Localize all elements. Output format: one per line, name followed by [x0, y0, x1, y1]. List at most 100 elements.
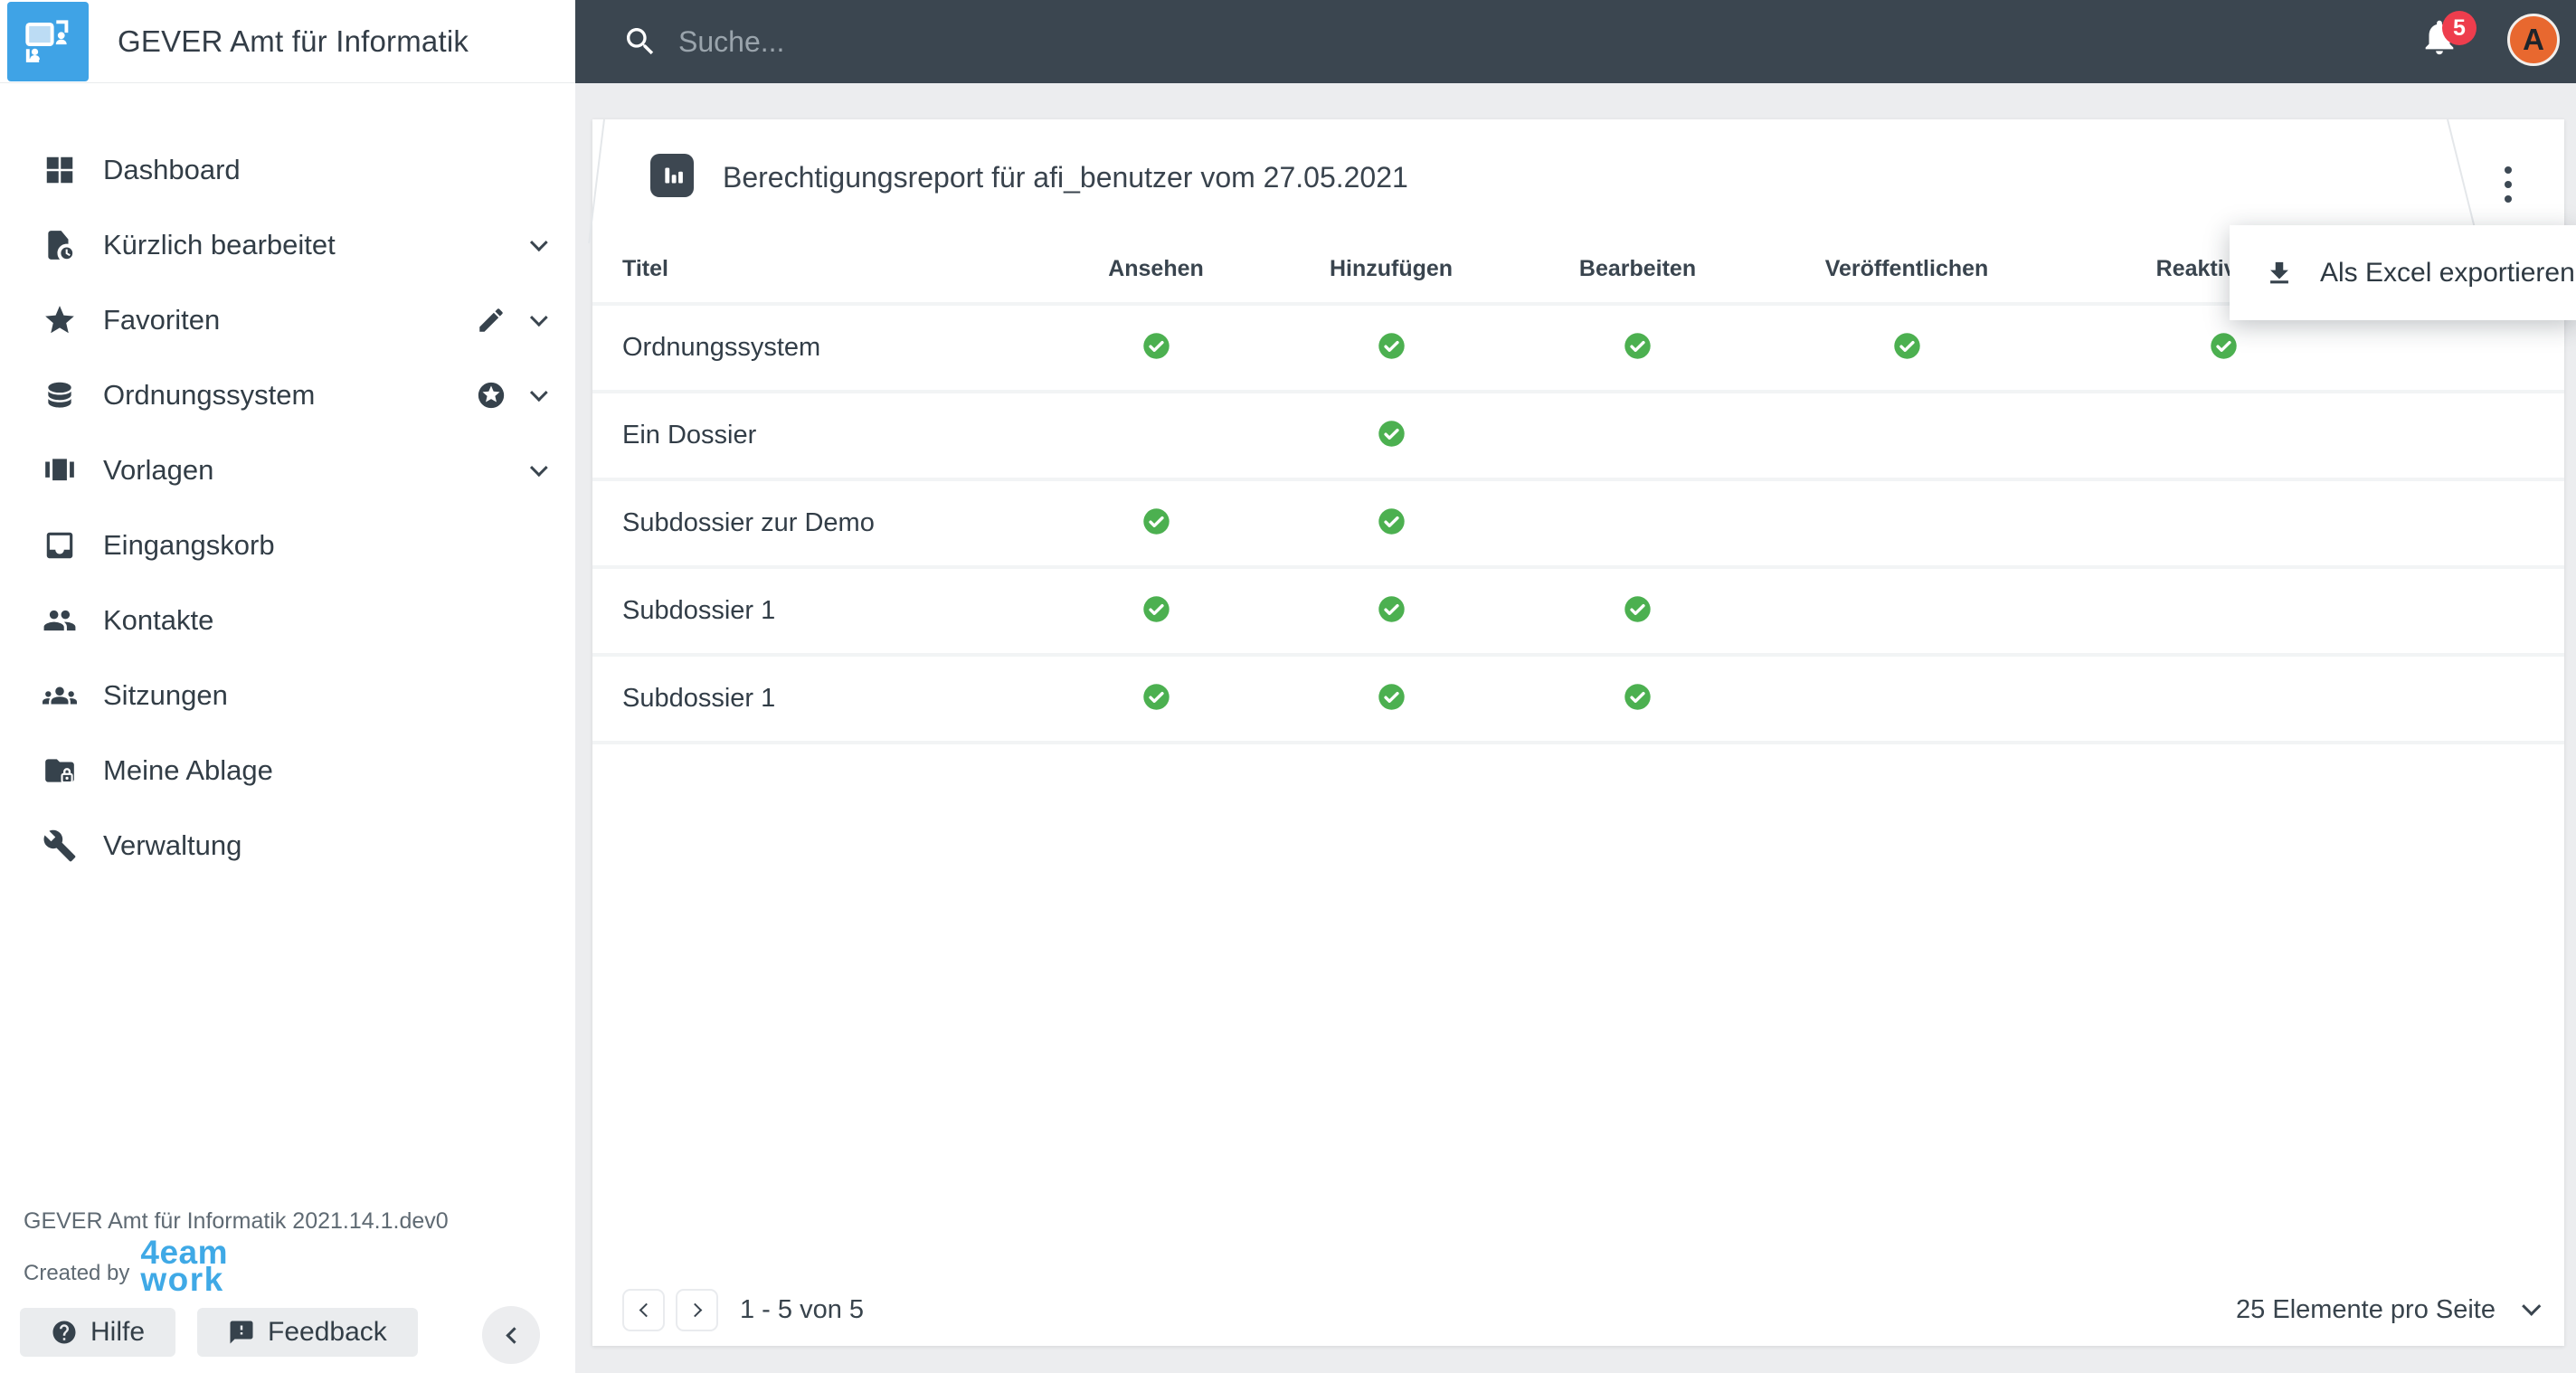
column-header-titel: Titel: [622, 255, 668, 281]
permission-cell: [2047, 332, 2400, 365]
permission-check-icon: [1624, 683, 1652, 711]
feedback-icon: [230, 1321, 253, 1344]
chevron-down-icon[interactable]: [529, 383, 548, 402]
avatar-letter: A: [2523, 23, 2544, 56]
created-by-label: Created by: [24, 1261, 130, 1286]
permission-cell: [1509, 683, 1766, 715]
chevron-down-icon[interactable]: [529, 458, 548, 477]
more-actions-button[interactable]: [2488, 157, 2528, 212]
permission-check-icon: [1142, 507, 1170, 535]
permission-check-icon: [1378, 683, 1406, 711]
download-icon: [2270, 261, 2288, 283]
sidebar-item-label: Kürzlich bearbeitet: [103, 228, 336, 260]
sidebar-item-label: Eingangskorb: [103, 528, 275, 561]
favorite-badge-icon: [476, 380, 507, 411]
help-icon: [52, 1321, 76, 1344]
table-row[interactable]: Ein Dossier: [592, 393, 2564, 481]
star-icon: [42, 302, 78, 338]
row-title: Subdossier zur Demo: [622, 508, 875, 537]
chevron-left-icon: [639, 1302, 653, 1317]
folder-lock-icon: [42, 753, 78, 789]
sidebar-item-sitzungen[interactable]: Sitzungen: [0, 658, 575, 733]
permission-cell: [1038, 507, 1274, 540]
avatar[interactable]: A: [2507, 14, 2560, 66]
report-header: Berechtigungsreport für afi_benutzer vom…: [592, 119, 2564, 235]
chevron-down-icon[interactable]: [529, 232, 548, 251]
sidebar-item-label: Meine Ablage: [103, 753, 273, 786]
inbox-icon: [42, 527, 78, 563]
permission-cell: [1766, 332, 2047, 365]
dashboard-icon: [42, 152, 78, 188]
database-icon: [42, 377, 78, 413]
chevron-left-icon: [505, 1326, 523, 1344]
footer-buttons: Hilfe Feedback: [20, 1308, 418, 1357]
notification-badge: 5: [2442, 11, 2477, 45]
meetings-icon: [42, 677, 78, 714]
permission-cell: [1274, 683, 1509, 715]
export-menu-item[interactable]: Als Excel exportieren: [2230, 225, 2576, 320]
export-menu-label: Als Excel exportieren: [2320, 257, 2575, 288]
column-header-4: Veröffentlichen: [1824, 255, 1989, 281]
sidebar-header: GEVER Amt für Informatik: [0, 0, 575, 83]
contacts-icon: [42, 602, 78, 639]
sidebar-nav: Dashboard Kürzlich bearbeitet Favoriten Ord…: [0, 132, 575, 883]
edit-icon[interactable]: [476, 305, 507, 336]
report-title: Berechtigungsreport für afi_benutzer vom…: [723, 160, 1408, 194]
permission-check-icon: [1378, 332, 1406, 360]
permission-cell: [1038, 332, 1274, 365]
wrench-icon: [42, 828, 78, 864]
permission-check-icon: [1624, 332, 1652, 360]
sidebar-item-extras: [529, 458, 548, 477]
permission-check-icon: [1142, 332, 1170, 360]
sidebar-item-label: Kontakte: [103, 603, 214, 636]
notifications-button[interactable]: 5: [2419, 11, 2477, 67]
app-title: GEVER Amt für Informatik: [118, 24, 469, 58]
sidebar-collapse-button[interactable]: [482, 1306, 540, 1364]
sidebar-item-extras: [476, 305, 548, 336]
sidebar-item-vorlagen[interactable]: Vorlagen: [0, 432, 575, 507]
sidebar-item-label: Favoriten: [103, 303, 221, 336]
column-header-1: Ansehen: [1108, 255, 1204, 281]
help-button-label: Hilfe: [90, 1317, 146, 1347]
permission-cell: [1038, 683, 1274, 715]
permission-check-icon: [1378, 420, 1406, 448]
permission-check-icon: [1142, 683, 1170, 711]
feedback-button[interactable]: Feedback: [197, 1308, 418, 1357]
table-body: Ordnungssystem Ein Dossier Subdossier zur …: [592, 306, 2564, 744]
permission-cell: [1274, 420, 1509, 452]
table-row[interactable]: Subdossier zur Demo: [592, 481, 2564, 569]
sidebar: GEVER Amt für Informatik Dashboard Kürzli…: [0, 0, 575, 1373]
search-input[interactable]: [678, 24, 1366, 59]
permission-cell: [1509, 332, 1766, 365]
report-chart-icon: [650, 154, 694, 197]
table-row[interactable]: Subdossier 1: [592, 657, 2564, 744]
sidebar-item-verwaltung[interactable]: Verwaltung: [0, 808, 575, 883]
version-text: GEVER Amt für Informatik 2021.14.1.dev0: [24, 1208, 449, 1234]
sidebar-item-favorites[interactable]: Favoriten: [0, 282, 575, 357]
row-title: Subdossier 1: [622, 596, 776, 625]
sidebar-item-dashboard[interactable]: Dashboard: [0, 132, 575, 207]
app-logo[interactable]: [7, 2, 89, 81]
sidebar-item-recent[interactable]: Kürzlich bearbeitet: [0, 207, 575, 282]
sidebar-item-meine-ablage[interactable]: Meine Ablage: [0, 733, 575, 808]
permission-cell: [1274, 332, 1509, 365]
permission-check-icon: [1624, 595, 1652, 623]
sidebar-item-kontakte[interactable]: Kontakte: [0, 582, 575, 658]
sidebar-item-ordnungssystem[interactable]: Ordnungssystem: [0, 357, 575, 432]
column-header-2: Hinzufügen: [1329, 255, 1454, 281]
next-page-button[interactable]: [676, 1288, 718, 1331]
help-button[interactable]: Hilfe: [20, 1308, 176, 1357]
row-title: Subdossier 1: [622, 684, 776, 713]
per-page-select[interactable]: 25 Elemente pro Seite: [2236, 1295, 2542, 1325]
sidebar-item-eingangskorb[interactable]: Eingangskorb: [0, 507, 575, 582]
4teamwork-logo[interactable]: 4eam work: [140, 1236, 228, 1296]
sidebar-item-label: Dashboard: [103, 153, 241, 185]
row-title: Ordnungssystem: [622, 333, 821, 362]
permission-cell: [1274, 507, 1509, 540]
recent-icon: [42, 227, 78, 263]
chevron-down-icon[interactable]: [529, 308, 548, 327]
previous-page-button[interactable]: [622, 1288, 665, 1331]
permission-cell: [1509, 595, 1766, 628]
permission-cell: [1274, 595, 1509, 628]
table-row[interactable]: Subdossier 1: [592, 569, 2564, 657]
